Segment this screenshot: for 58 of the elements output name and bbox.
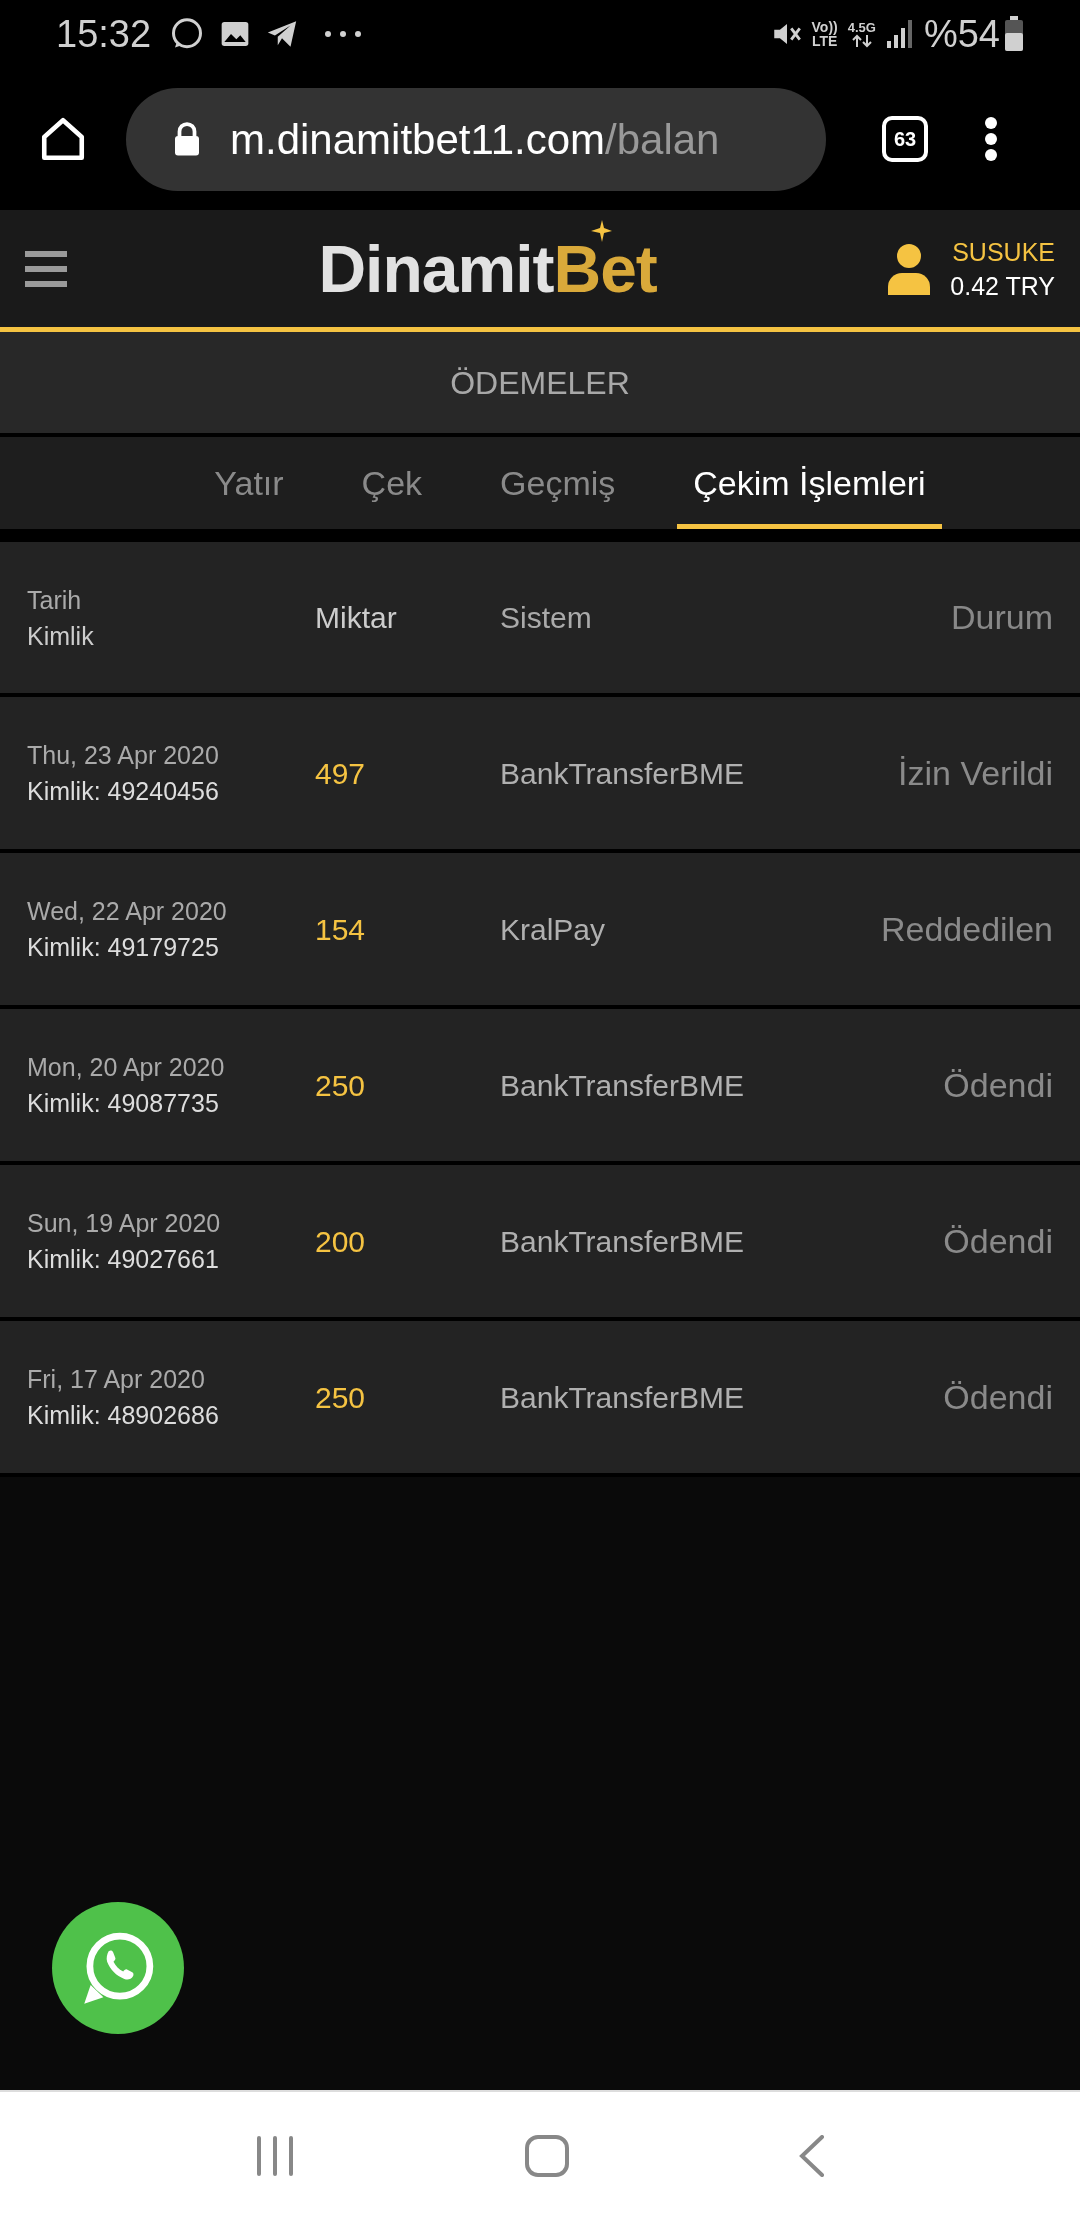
tab[interactable]: Yatır [198,437,300,529]
column-header: Durum [949,597,1053,638]
id-text: Kimlik: 48902686 [27,1400,220,1431]
tab-count-button[interactable]: 63 [882,116,928,162]
status-time: 15:32 [56,11,152,57]
system-text: BankTransferBME [500,1067,744,1104]
status-text: Ödendi [942,1376,1053,1418]
id-text: Kimlik: 49240456 [27,776,220,807]
column-header: Kimlik [27,620,95,652]
date-text: Fri, 17 Apr 2020 [27,1364,206,1395]
id-text: Kimlik: 49087735 [27,1088,220,1119]
status-text: Ödendi [942,1064,1053,1106]
date-text: Thu, 23 Apr 2020 [27,740,220,771]
date-text: Wed, 22 Apr 2020 [27,896,228,927]
address-bar[interactable]: m.dinamitbet11.com/balan [126,87,826,191]
amount-text: 250 [315,1067,367,1104]
system-text: BankTransferBME [500,1223,744,1260]
battery-icon [1004,16,1024,52]
id-text: Kimlik: 49027661 [27,1244,220,1275]
back-icon[interactable] [799,2135,825,2177]
system-text: BankTransferBME [500,1379,744,1416]
column-header: Tarih [27,584,83,616]
battery-percent: %54 [923,11,1000,57]
more-icon [323,29,364,39]
menu-icon[interactable] [25,248,67,289]
system-text: BankTransferBME [500,755,744,792]
tab[interactable]: Geçmiş [484,437,632,529]
amount-text: 154 [315,911,367,948]
tab[interactable]: Çekim İşlemleri [677,437,942,529]
menu-dots-icon[interactable] [984,117,998,161]
amount-text: 497 [315,755,367,792]
logo[interactable]: DinamitBet [318,219,657,302]
balance: 0.42 TRY [950,270,1055,302]
id-text: Kimlik: 49179725 [27,932,220,963]
date-text: Sun, 19 Apr 2020 [27,1208,222,1239]
column-header: Miktar [315,600,398,636]
column-header: Sistem [500,600,592,636]
amount-text: 250 [315,1379,367,1416]
amount-text: 200 [315,1223,367,1260]
home-button-icon[interactable] [525,2135,569,2177]
network-label: 4.5G [847,20,876,34]
user-icon[interactable] [888,242,931,295]
spark-icon [590,219,613,242]
status-text: İzin Verildi [897,752,1053,794]
status-text: Reddedilen [879,908,1053,950]
data-arrows-icon [850,33,873,48]
signal-icon [885,19,914,49]
username: SUSUKE [952,236,1055,268]
tab[interactable]: Çek [345,437,439,529]
url-text: m.dinamitbet11.com/balan [230,114,720,165]
volte-label: Vo)) [811,20,838,34]
status-text: Ödendi [942,1220,1053,1262]
page-title: ÖDEMELER [450,363,630,403]
lock-icon [172,121,202,157]
system-text: KralPay [500,911,606,948]
lte-label: LTE [811,34,838,48]
recent-apps-icon[interactable] [255,2135,295,2177]
date-text: Mon, 20 Apr 2020 [27,1052,226,1083]
